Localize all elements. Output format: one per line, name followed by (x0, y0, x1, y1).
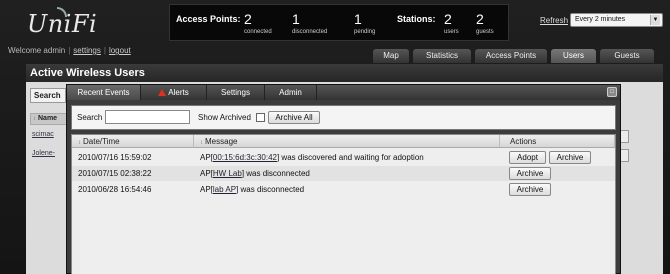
show-archived-checkbox[interactable] (256, 113, 265, 122)
tab-admin[interactable]: Admin (265, 85, 317, 100)
tab-users[interactable]: Users (551, 49, 596, 63)
ap-connected-label: connected (244, 29, 272, 35)
column-message[interactable]: ↕ Message (194, 135, 500, 148)
tab-alerts[interactable]: Alerts (141, 85, 207, 100)
user-bar: Welcome admin | settings | logout (8, 46, 131, 55)
tab-settings[interactable]: Settings (207, 85, 265, 100)
refresh-interval-select[interactable]: Every 2 minutes ▼ (570, 13, 663, 27)
table-row: 2010/06/28 16:54:46 AP[lab AP] was disco… (72, 182, 615, 197)
events-dialog: Recent Events Alerts Settings Admin □ Se… (66, 84, 621, 274)
archive-all-button[interactable]: Archive All (268, 111, 320, 124)
event-message: AP[HW Lab] was disconnected (200, 169, 310, 178)
ap-connected-count: 2 (244, 11, 252, 27)
events-table: ↕ Date/Time ↕ Message Actions 2010/07/16 1… (71, 134, 616, 274)
event-message: AP[lab AP] was disconnected (200, 185, 305, 194)
welcome-text: Welcome admin (8, 46, 66, 55)
ap-link[interactable]: HW Lab (213, 169, 242, 178)
event-datetime: 2010/07/15 02:38:22 (78, 169, 152, 178)
chevron-down-icon: ▼ (650, 15, 660, 25)
table-row: 2010/07/15 02:38:22 AP[HW Lab] was disco… (72, 166, 615, 181)
event-datetime: 2010/07/16 15:59:02 (78, 153, 152, 162)
panel-title: Active Wireless Users (26, 64, 663, 82)
logout-link[interactable]: logout (109, 46, 131, 55)
archive-button[interactable]: Archive (509, 183, 551, 196)
tab-map[interactable]: Map (373, 49, 409, 63)
ap-pending-label: pending (354, 29, 376, 35)
ap-link[interactable]: lab AP (213, 185, 236, 194)
ap-pending-count: 1 (354, 11, 362, 27)
search-input[interactable] (105, 110, 190, 124)
station-users-label: users (444, 29, 459, 35)
user-link[interactable]: Jolene- (32, 150, 55, 157)
dialog-tabbar: Recent Events Alerts Settings Admin □ (67, 85, 620, 100)
close-icon[interactable]: □ (607, 87, 617, 97)
adopt-button[interactable]: Adopt (509, 151, 546, 164)
show-archived-label: Show Archived (198, 113, 251, 122)
column-datetime[interactable]: ↕ Date/Time (72, 135, 194, 148)
tab-guests[interactable]: Guests (600, 49, 654, 63)
search-label: Search (77, 113, 103, 122)
panel-search-tab[interactable]: Search (30, 88, 66, 103)
ap-disconnected-count: 1 (292, 11, 300, 27)
station-guests-count: 2 (476, 11, 484, 27)
refresh-label[interactable]: Refresh (540, 16, 568, 25)
alert-icon (158, 89, 167, 96)
event-datetime: 2010/06/28 16:54:46 (78, 185, 152, 194)
access-points-label: Access Points: (176, 14, 241, 24)
name-column-header[interactable]: ↕ Name (30, 113, 68, 125)
refresh-interval-value: Every 2 minutes (575, 16, 626, 23)
tab-statistics[interactable]: Statistics (413, 49, 471, 63)
event-message: AP[00:15:6d:3c:30:42] was discovered and… (200, 153, 424, 162)
station-users-count: 2 (444, 11, 452, 27)
tab-recent-events[interactable]: Recent Events (67, 85, 141, 100)
ap-disconnected-label: disconnected (292, 29, 328, 35)
table-row: 2010/07/16 15:59:02 AP[00:15:6d:3c:30:42… (72, 150, 615, 165)
archive-button[interactable]: Archive (509, 167, 551, 180)
column-actions: Actions (500, 135, 615, 148)
station-guests-label: guests (476, 29, 494, 35)
ap-link[interactable]: 00:15:6d:3c:30:42 (213, 153, 277, 162)
archive-button[interactable]: Archive (549, 151, 591, 164)
stations-label: Stations: (397, 14, 436, 24)
user-link[interactable]: scimac (32, 131, 54, 138)
logo-arc-icon (57, 7, 67, 17)
stats-bar: Access Points: 2 connected 1 disconnecte… (169, 4, 509, 41)
event-search-bar: Search Show Archived Archive All (71, 105, 616, 130)
tab-access-points[interactable]: Access Points (475, 49, 547, 63)
settings-link[interactable]: settings (73, 46, 101, 55)
